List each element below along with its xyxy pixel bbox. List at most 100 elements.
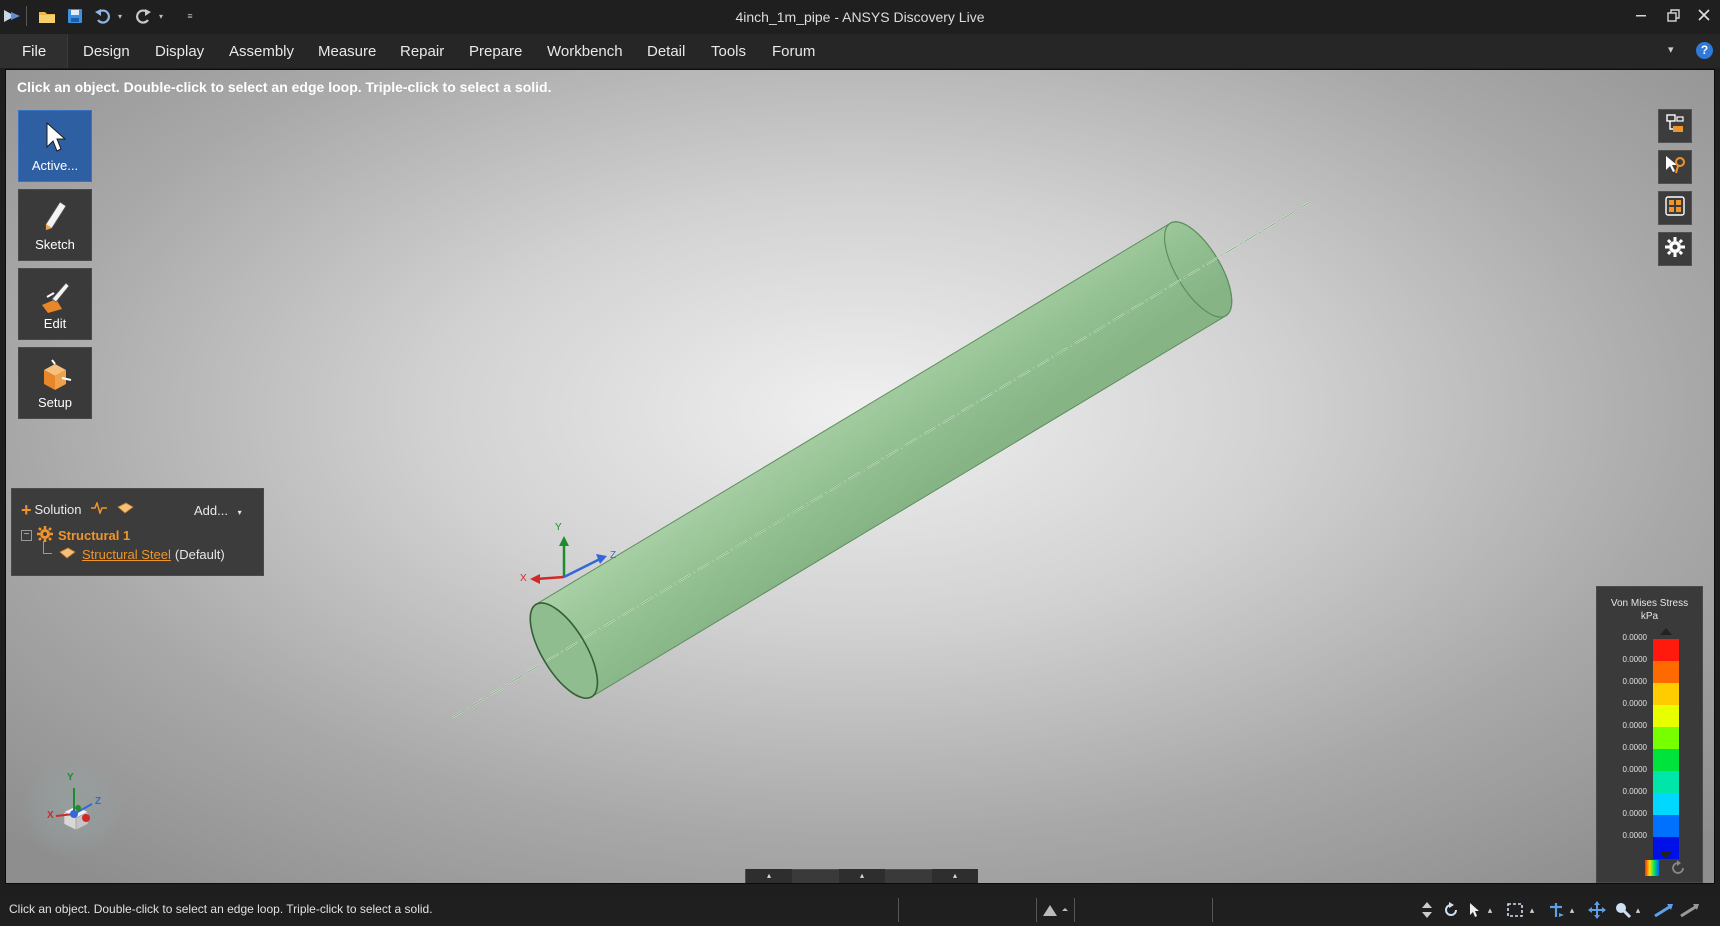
edit-tool-button[interactable]: Edit <box>18 268 92 340</box>
3d-viewport[interactable]: Click an object. Double-click to select … <box>5 69 1715 884</box>
tree-item-structural-1-label: Structural 1 <box>58 528 131 543</box>
display-options-icon <box>1664 195 1686 222</box>
strip-tab-expand-2[interactable]: ▴ <box>839 869 885 883</box>
divider <box>1036 898 1037 922</box>
view-cube[interactable]: Y X Z <box>24 760 120 856</box>
selection-icon <box>1663 154 1687 181</box>
sketch-tool-label: Sketch <box>35 237 75 252</box>
material-link[interactable]: Structural Steel <box>82 547 171 562</box>
divider <box>26 6 27 26</box>
select-cursor-icon[interactable] <box>1464 900 1486 920</box>
menu-detail[interactable]: Detail <box>647 43 685 60</box>
status-text: Click an object. Double-click to select … <box>9 902 433 916</box>
collapse-toggle-icon[interactable]: − <box>21 530 32 541</box>
redo-icon[interactable] <box>132 4 154 28</box>
add-dropdown[interactable]: Add... ▾ <box>194 503 242 518</box>
status-triangle-icon[interactable] <box>1038 900 1072 920</box>
setup-tool-button[interactable]: Setup <box>18 347 92 419</box>
menu-tools[interactable]: Tools <box>711 43 746 60</box>
menu-bar: File Design Display Assembly Measure Rep… <box>0 34 1720 68</box>
probe-icon[interactable] <box>90 500 108 517</box>
customize-toolbar-icon[interactable]: ≡ <box>184 4 196 28</box>
divider <box>1074 898 1075 922</box>
spin-arrows-icon[interactable] <box>1416 900 1438 920</box>
menu-workbench[interactable]: Workbench <box>547 43 623 60</box>
tree-item-material[interactable]: Structural Steel (Default) <box>58 546 225 563</box>
legend-tick-label: 0.0000 <box>1622 655 1647 664</box>
setup-tool-label: Setup <box>38 395 72 410</box>
legend-band <box>1653 771 1679 793</box>
zoom-icon[interactable] <box>1612 900 1634 920</box>
display-options-button[interactable] <box>1658 191 1692 225</box>
tree-line <box>43 553 52 554</box>
edit-pull-icon <box>19 279 91 313</box>
box-select-icon[interactable] <box>1504 900 1526 920</box>
pipe-model[interactable] <box>6 70 1715 884</box>
help-icon[interactable]: ? <box>1696 42 1713 59</box>
structure-tree-icon <box>1664 113 1686 140</box>
legend-tick-label: 0.0000 <box>1622 633 1647 642</box>
legend-band <box>1653 727 1679 749</box>
legend-title: Von Mises Stress kPa <box>1597 597 1702 623</box>
selection-filter-button[interactable] <box>1658 150 1692 184</box>
legend-min-marker-icon <box>1660 852 1672 859</box>
status-bar: Click an object. Double-click to select … <box>0 894 1720 926</box>
select-mode-dropdown-icon[interactable]: ▴ <box>1484 900 1496 920</box>
redo-dropdown-icon[interactable]: ▾ <box>156 4 166 28</box>
edit-tool-label: Edit <box>43 316 67 331</box>
orbit-dropdown-icon[interactable]: ▴ <box>1566 900 1578 920</box>
legend-tick-label: 0.0000 <box>1622 765 1647 774</box>
undo-icon[interactable] <box>92 4 114 28</box>
solution-header: + Solution <box>21 500 134 519</box>
pan-icon[interactable] <box>1586 900 1608 920</box>
strip-tab-expand-3[interactable]: ▴ <box>932 869 978 883</box>
color-scheme-icon[interactable] <box>1645 860 1659 876</box>
menu-display[interactable]: Display <box>155 43 204 60</box>
zoom-dropdown-icon[interactable]: ▴ <box>1632 900 1644 920</box>
pencil-icon <box>19 200 91 234</box>
orbit-icon[interactable] <box>1546 900 1568 920</box>
local-triad-x-label: X <box>520 573 527 584</box>
close-icon[interactable] <box>1689 2 1719 28</box>
menu-design[interactable]: Design <box>83 43 130 60</box>
walk-icon[interactable] <box>1678 900 1700 920</box>
app-window: ▾ ▾ ≡ 4inch_1m_pipe - ANSYS Discovery Li… <box>0 0 1720 926</box>
strip-tab-expand-1[interactable]: ▴ <box>746 869 792 883</box>
open-folder-icon[interactable] <box>36 4 58 28</box>
legend-band <box>1653 683 1679 705</box>
tree-item-structural-1[interactable]: − Structural 1 <box>21 526 130 545</box>
restore-icon[interactable] <box>1658 2 1688 28</box>
legend-tick-label: 0.0000 <box>1622 831 1647 840</box>
undo-dropdown-icon[interactable]: ▾ <box>115 4 125 28</box>
active-select-tool-button[interactable]: Active... <box>18 110 92 182</box>
structure-tree-button[interactable] <box>1658 109 1692 143</box>
view-cube-z-label: Z <box>95 796 102 807</box>
menu-forum[interactable]: Forum <box>772 43 815 60</box>
sketch-tool-button[interactable]: Sketch <box>18 189 92 261</box>
plus-icon[interactable]: + <box>21 501 32 519</box>
window-title: 4inch_1m_pipe - ANSYS Discovery Live <box>735 9 985 25</box>
menu-repair[interactable]: Repair <box>400 43 444 60</box>
rotate-view-icon[interactable] <box>1440 900 1462 920</box>
menu-assembly[interactable]: Assembly <box>229 43 294 60</box>
ribbon-collapse-icon[interactable]: ▾ <box>1668 43 1674 56</box>
legend-tick-label: 0.0000 <box>1622 721 1647 730</box>
material-icon <box>58 546 76 563</box>
settings-button[interactable] <box>1658 232 1692 266</box>
legend-band <box>1653 639 1679 661</box>
material-add-icon[interactable] <box>116 501 134 518</box>
legend-band <box>1653 661 1679 683</box>
menu-measure[interactable]: Measure <box>318 43 376 60</box>
arrow-cursor-icon <box>19 121 91 155</box>
menu-prepare[interactable]: Prepare <box>469 43 522 60</box>
menu-file[interactable]: File <box>0 34 68 68</box>
reset-legend-icon[interactable] <box>1670 860 1686 876</box>
app-icon[interactable] <box>2 4 22 28</box>
legend-unit: kPa <box>1640 611 1659 622</box>
fly-icon[interactable] <box>1652 900 1674 920</box>
minimize-icon[interactable] <box>1626 2 1656 28</box>
settings-gear-icon <box>1664 236 1686 263</box>
box-select-dropdown-icon[interactable]: ▴ <box>1526 900 1538 920</box>
save-icon[interactable] <box>64 4 86 28</box>
solution-panel: + Solution Add... ▾ − Structural 1 Struc… <box>11 488 264 576</box>
